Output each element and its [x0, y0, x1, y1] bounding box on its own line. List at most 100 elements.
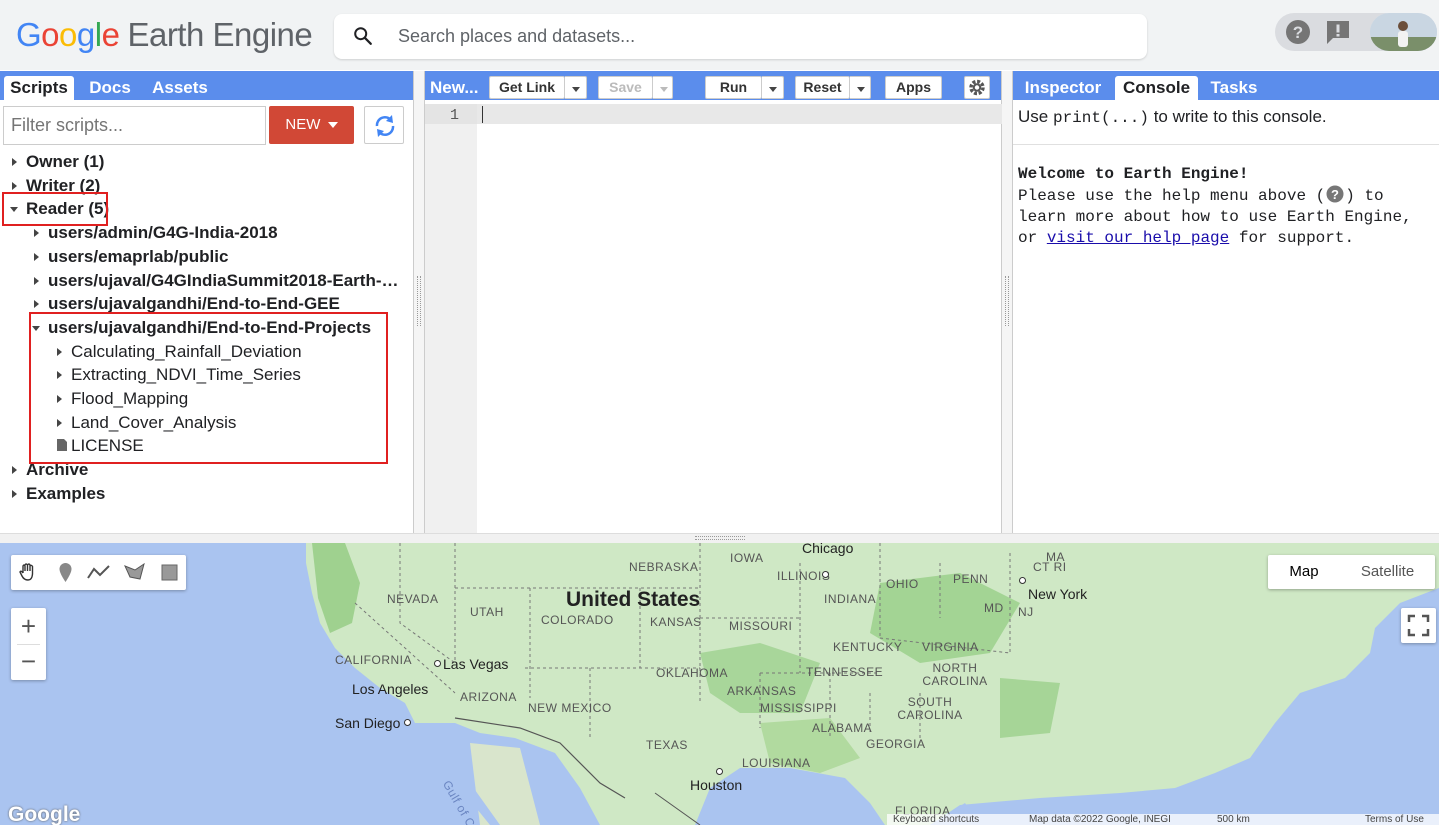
state-label: LOUISIANA: [742, 756, 811, 770]
tab-console[interactable]: Console: [1115, 76, 1198, 100]
map-type-control: Map Satellite: [1268, 555, 1435, 589]
hand-pan-icon[interactable]: [16, 560, 41, 585]
rectangle-draw-icon[interactable]: [157, 560, 182, 585]
state-label: NORTH CAROLINA: [922, 661, 988, 688]
reset-dropdown[interactable]: [850, 76, 871, 99]
state-label: TENNESSEE: [806, 665, 884, 679]
user-avatar[interactable]: [1370, 13, 1437, 51]
keyboard-shortcuts-link[interactable]: Keyboard shortcuts: [893, 814, 979, 825]
collapse-arrow-icon[interactable]: [12, 181, 17, 190]
collapse-arrow-icon[interactable]: [12, 466, 17, 475]
collapse-arrow-icon[interactable]: [34, 229, 39, 238]
highlight-box-reader: [2, 192, 108, 226]
state-label: GEORGIA: [866, 737, 926, 751]
avatar-photo-icon: [1370, 13, 1437, 51]
google-mark: Google: [8, 803, 81, 825]
refresh-button[interactable]: [364, 106, 404, 144]
tree-folder-item[interactable]: users/ujaval/G4GIndiaSummit2018-Earth-E.…: [48, 270, 400, 292]
reset-button[interactable]: Reset: [795, 76, 850, 99]
line-draw-icon[interactable]: [85, 560, 113, 585]
console-hint: Use print(...) to write to this console.: [1018, 107, 1327, 127]
city-dot: [1019, 577, 1026, 584]
city-label: San Diego: [335, 715, 401, 731]
state-label: OKLAHOMA: [656, 666, 729, 680]
city-label: New York: [1028, 586, 1088, 602]
apps-button[interactable]: Apps: [885, 76, 942, 99]
collapse-arrow-icon[interactable]: [12, 158, 17, 166]
logo-product-name: Earth Engine: [127, 16, 313, 53]
map-splitter[interactable]: [0, 533, 1439, 543]
state-label: ARKANSAS: [727, 684, 797, 698]
fullscreen-icon: [1407, 614, 1430, 637]
feedback-icon[interactable]: [1323, 17, 1353, 47]
editor-settings-button[interactable]: [964, 76, 990, 99]
new-script-button[interactable]: NEW: [269, 106, 354, 144]
filter-scripts-input[interactable]: [3, 106, 266, 145]
search-icon[interactable]: [352, 25, 374, 47]
collapse-arrow-icon[interactable]: [12, 489, 17, 498]
state-label: ARIZONA: [460, 690, 517, 704]
terms-of-use-link[interactable]: Terms of Use: [1365, 814, 1424, 825]
state-label: COLORADO: [541, 613, 614, 627]
state-label: OHIO: [886, 577, 919, 591]
scripts-panel: Scripts Docs Assets NEW Owner (1)Writer …: [0, 71, 414, 533]
save-button[interactable]: Save: [598, 76, 653, 99]
tab-assets[interactable]: Assets: [145, 76, 215, 100]
script-title[interactable]: New...: [430, 78, 479, 98]
state-label: MD: [984, 601, 1004, 615]
zoom-control: + −: [11, 608, 46, 680]
state-label: NEW MEXICO: [528, 701, 612, 715]
run-dropdown[interactable]: [762, 76, 784, 99]
city-label: Las Vegas: [443, 656, 509, 672]
collapse-arrow-icon[interactable]: [34, 252, 39, 261]
scale-bar[interactable]: 500 km: [1217, 814, 1250, 825]
active-code-line[interactable]: [477, 104, 1002, 124]
right-splitter[interactable]: [1002, 71, 1012, 533]
map-type-satellite[interactable]: Satellite: [1340, 555, 1435, 589]
collapse-arrow-icon[interactable]: [34, 276, 39, 285]
zoom-out-button[interactable]: −: [11, 645, 46, 680]
code-editor-panel: New... Get Link Save Run Reset Apps 1: [424, 71, 1002, 533]
state-label: IOWA: [730, 551, 764, 565]
save-dropdown[interactable]: [653, 76, 673, 99]
chevron-down-icon: [769, 87, 777, 92]
search-box[interactable]: [334, 14, 1147, 59]
state-label: NJ: [1018, 605, 1034, 619]
tab-docs[interactable]: Docs: [80, 76, 140, 100]
gear-icon: [969, 79, 985, 96]
collapse-arrow-icon[interactable]: [34, 300, 39, 309]
chevron-down-icon: [857, 87, 865, 92]
left-splitter[interactable]: [414, 71, 424, 533]
tree-folder-item[interactable]: users/emaprlab/public: [48, 246, 400, 268]
tree-folder-item[interactable]: Examples: [26, 483, 400, 505]
fullscreen-button[interactable]: [1401, 608, 1436, 643]
search-input[interactable]: [398, 14, 1098, 59]
map-type-map[interactable]: Map: [1268, 555, 1340, 589]
state-label: ALABAMA: [812, 721, 873, 735]
line-gutter: [425, 104, 477, 533]
right-tab-bar: Inspector Console Tasks: [1013, 71, 1439, 100]
help-icon[interactable]: ?: [1283, 17, 1313, 47]
earth-engine-logo[interactable]: Google Earth Engine: [16, 16, 313, 54]
tab-inspector[interactable]: Inspector: [1019, 76, 1107, 100]
map-view[interactable]: + − Map Satellite United States NEVADA U…: [0, 543, 1439, 825]
chevron-down-icon: [572, 87, 580, 92]
tree-folder-item[interactable]: Owner (1): [26, 151, 400, 173]
chevron-down-icon: [327, 122, 338, 129]
marker-icon[interactable]: [53, 560, 78, 585]
tab-tasks[interactable]: Tasks: [1203, 76, 1265, 100]
country-label: United States: [566, 588, 701, 611]
get-link-button[interactable]: Get Link: [489, 76, 565, 99]
polygon-draw-icon[interactable]: [122, 560, 147, 585]
tab-scripts[interactable]: Scripts: [4, 76, 74, 100]
state-label: UTAH: [470, 605, 504, 619]
left-tab-bar: Scripts Docs Assets: [0, 71, 413, 100]
get-link-dropdown[interactable]: [565, 76, 587, 99]
state-label: INDIANA: [824, 592, 877, 606]
state-label: TEXAS: [646, 738, 688, 752]
highlight-box-projects: [29, 312, 388, 464]
run-button[interactable]: Run: [705, 76, 762, 99]
zoom-in-button[interactable]: +: [11, 608, 46, 644]
state-label: MA: [1046, 550, 1065, 564]
help-page-link[interactable]: visit our help page: [1047, 229, 1229, 247]
